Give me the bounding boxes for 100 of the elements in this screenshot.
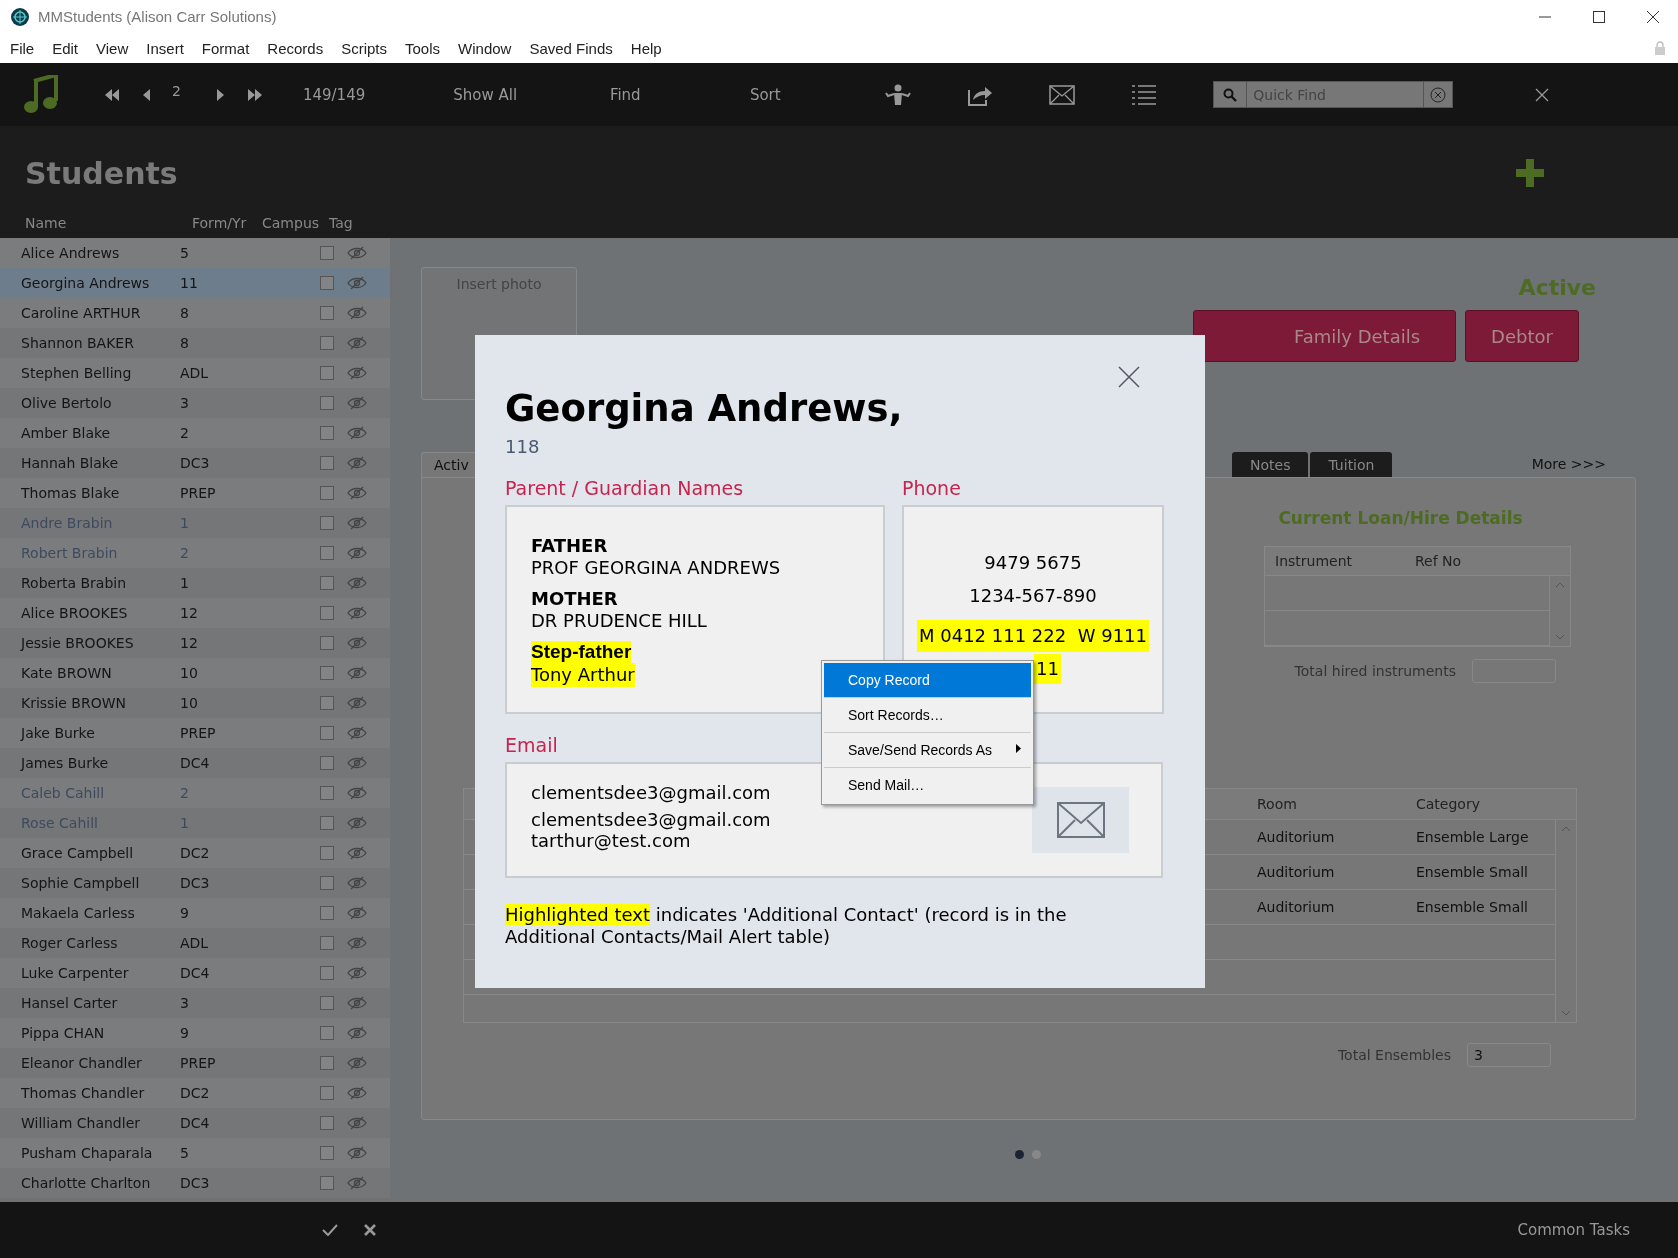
student-row[interactable]: Jessie BROOKES 12 xyxy=(0,628,390,658)
page-dot[interactable] xyxy=(1031,1150,1041,1159)
hidden-eye-icon[interactable] xyxy=(347,846,367,860)
tag-checkbox[interactable] xyxy=(320,306,334,320)
hidden-eye-icon[interactable] xyxy=(347,1146,367,1160)
tag-checkbox[interactable] xyxy=(320,456,334,470)
menu-item[interactable]: Scripts xyxy=(341,39,387,57)
student-row[interactable]: Charlotte Charlton DC3 xyxy=(0,1168,390,1198)
tag-checkbox[interactable] xyxy=(320,606,334,620)
tag-checkbox[interactable] xyxy=(320,1086,334,1100)
tag-checkbox[interactable] xyxy=(320,906,334,920)
scroll-down-icon[interactable] xyxy=(1561,1010,1571,1016)
close-icon[interactable] xyxy=(1646,9,1660,24)
add-icon[interactable] xyxy=(1516,159,1544,187)
tag-checkbox[interactable] xyxy=(320,996,334,1010)
hidden-eye-icon[interactable] xyxy=(347,996,367,1010)
menu-item[interactable]: File xyxy=(10,39,35,57)
scroll-down-icon[interactable] xyxy=(1555,634,1565,640)
record-tab[interactable]: Notes xyxy=(1232,452,1309,477)
previous-record-icon[interactable] xyxy=(142,88,150,101)
student-row[interactable]: Luke Carpenter DC4 xyxy=(0,958,390,988)
student-row[interactable]: Hansel Carter 3 xyxy=(0,988,390,1018)
hidden-eye-icon[interactable] xyxy=(347,756,367,770)
menu-item[interactable]: Window xyxy=(458,39,512,57)
menu-item[interactable]: Insert xyxy=(146,39,184,57)
student-row[interactable]: Olive Bertolo 3 xyxy=(0,388,390,418)
tag-checkbox[interactable] xyxy=(320,426,334,440)
page-dot[interactable] xyxy=(1014,1150,1024,1159)
column-header[interactable]: Tag xyxy=(329,215,353,231)
student-row[interactable]: Pusham Chaparala 5 xyxy=(0,1138,390,1168)
menu-item[interactable]: Help xyxy=(630,39,662,57)
hidden-eye-icon[interactable] xyxy=(347,666,367,680)
tag-checkbox[interactable] xyxy=(320,816,334,830)
menu-item[interactable]: Tools xyxy=(405,39,441,57)
common-tasks-button[interactable]: Common Tasks xyxy=(1517,1221,1630,1239)
student-row[interactable]: Jake Burke PREP xyxy=(0,718,390,748)
hidden-eye-icon[interactable] xyxy=(347,336,367,350)
tag-checkbox[interactable] xyxy=(320,516,334,530)
student-row[interactable]: Krissie BROWN 10 xyxy=(0,688,390,718)
tag-checkbox[interactable] xyxy=(320,966,334,980)
hidden-eye-icon[interactable] xyxy=(347,366,367,380)
tag-checkbox[interactable] xyxy=(320,786,334,800)
tag-checkbox[interactable] xyxy=(320,246,334,260)
tag-checkbox[interactable] xyxy=(320,336,334,350)
close-icon[interactable] xyxy=(1535,87,1550,102)
column-header[interactable]: Name xyxy=(25,215,192,231)
hidden-eye-icon[interactable] xyxy=(347,1116,367,1130)
menu-item[interactable]: Format xyxy=(201,39,250,57)
student-row[interactable]: Thomas Chandler DC2 xyxy=(0,1078,390,1108)
hidden-eye-icon[interactable] xyxy=(347,906,367,920)
clear-icon[interactable] xyxy=(1430,86,1447,103)
hidden-eye-icon[interactable] xyxy=(347,426,367,440)
tag-checkbox[interactable] xyxy=(320,546,334,560)
hidden-eye-icon[interactable] xyxy=(347,816,367,830)
student-row[interactable]: Makaela Carless 9 xyxy=(0,898,390,928)
scroll-up-icon[interactable] xyxy=(1555,582,1565,588)
tag-checkbox[interactable] xyxy=(320,756,334,770)
tag-checkbox[interactable] xyxy=(320,1116,334,1130)
student-row[interactable]: Pippa CHAN 9 xyxy=(0,1018,390,1048)
close-icon[interactable] xyxy=(1118,366,1140,388)
hidden-eye-icon[interactable] xyxy=(347,1176,367,1190)
record-button[interactable]: Family Details xyxy=(1193,310,1456,362)
student-row[interactable]: Eleanor Chandler PREP xyxy=(0,1048,390,1078)
student-row[interactable]: Sophie Campbell DC3 xyxy=(0,868,390,898)
tag-checkbox[interactable] xyxy=(320,636,334,650)
menu-item[interactable]: Save/Send Records As xyxy=(824,733,1031,767)
tag-checkbox[interactable] xyxy=(320,1026,334,1040)
hidden-eye-icon[interactable] xyxy=(347,456,367,470)
tag-checkbox[interactable] xyxy=(320,666,334,680)
student-row[interactable]: Roberta Brabin 1 xyxy=(0,568,390,598)
student-row[interactable]: Grace Campbell DC2 xyxy=(0,838,390,868)
cross-icon[interactable] xyxy=(364,1224,376,1236)
hidden-eye-icon[interactable] xyxy=(347,966,367,980)
hidden-eye-icon[interactable] xyxy=(347,246,367,260)
last-record-icon[interactable] xyxy=(246,88,263,101)
hidden-eye-icon[interactable] xyxy=(347,696,367,710)
student-row[interactable]: William Chandler DC4 xyxy=(0,1108,390,1138)
tag-checkbox[interactable] xyxy=(320,936,334,950)
student-row[interactable]: Amber Blake 2 xyxy=(0,418,390,448)
hidden-eye-icon[interactable] xyxy=(347,1086,367,1100)
tag-checkbox[interactable] xyxy=(320,1176,334,1190)
first-record-icon[interactable] xyxy=(104,88,120,101)
hidden-eye-icon[interactable] xyxy=(347,1026,367,1040)
toolbar-button[interactable]: Sort xyxy=(695,85,836,104)
list-icon[interactable] xyxy=(1131,83,1158,106)
student-row[interactable]: Caleb Cahill 2 xyxy=(0,778,390,808)
hidden-eye-icon[interactable] xyxy=(347,636,367,650)
tag-checkbox[interactable] xyxy=(320,696,334,710)
tag-checkbox[interactable] xyxy=(320,576,334,590)
hidden-eye-icon[interactable] xyxy=(347,546,367,560)
tag-checkbox[interactable] xyxy=(320,366,334,380)
student-row[interactable]: Georgina Andrews 11 xyxy=(0,268,390,298)
total-field[interactable]: 3 xyxy=(1467,1043,1551,1067)
student-row[interactable]: Roger Carless ADL xyxy=(0,928,390,958)
menu-item[interactable]: Records xyxy=(267,39,324,57)
tag-checkbox[interactable] xyxy=(320,1056,334,1070)
check-icon[interactable] xyxy=(322,1224,338,1236)
menu-item[interactable]: Sort Records… xyxy=(824,698,1031,732)
mail-icon[interactable] xyxy=(1049,83,1076,106)
student-row[interactable]: James Burke DC4 xyxy=(0,748,390,778)
